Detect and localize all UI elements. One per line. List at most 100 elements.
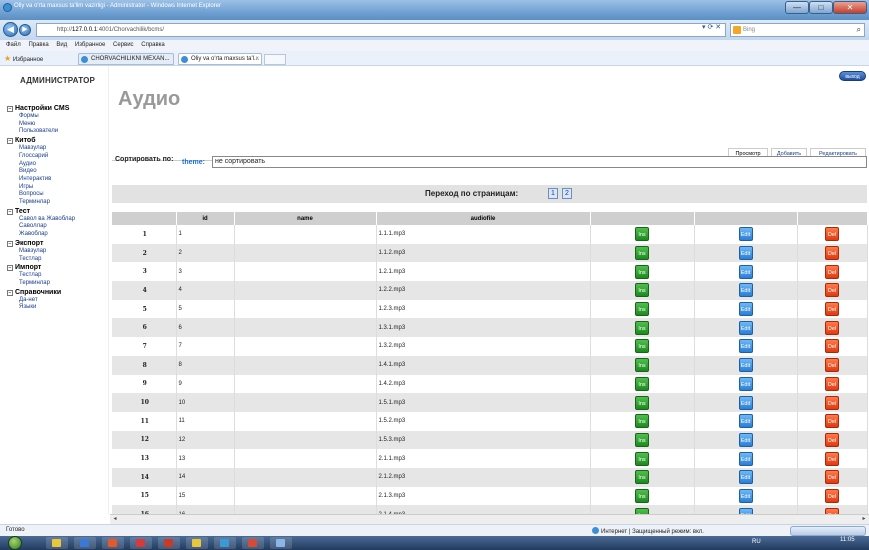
delete-button[interactable]: Del — [825, 376, 839, 391]
sidebar-item[interactable]: Мавзулар — [7, 145, 107, 153]
horizontal-scrollbar[interactable]: ◂ ▸ — [110, 514, 869, 524]
sidebar-item[interactable]: Терминлар — [7, 280, 107, 288]
start-button[interactable] — [8, 536, 22, 550]
delete-button[interactable]: Del — [825, 488, 839, 503]
ins-button[interactable]: Ins — [635, 432, 649, 447]
taskbar-app-6[interactable] — [186, 537, 208, 549]
sidebar-item[interactable]: Меню — [7, 121, 107, 129]
collapse-icon[interactable]: − — [7, 265, 13, 272]
scroll-left-icon[interactable]: ◂ — [110, 515, 120, 524]
menu-view[interactable]: Вид — [56, 40, 67, 51]
sidebar-item[interactable]: Савол ва Жавоблар — [7, 216, 107, 224]
delete-button[interactable]: Del — [825, 395, 839, 410]
zoom-control[interactable] — [790, 526, 866, 536]
browser-tab-1[interactable]: CHORVACHILIKNI MEXAN... — [78, 53, 174, 65]
close-tab-icon[interactable]: × — [255, 54, 259, 64]
ins-button[interactable]: Ins — [635, 339, 649, 354]
menu-help[interactable]: Справка — [141, 40, 165, 51]
delete-button[interactable]: Del — [825, 264, 839, 279]
edit-button[interactable]: Edit — [738, 432, 753, 447]
delete-button[interactable]: Del — [825, 302, 839, 317]
ins-button[interactable]: Ins — [635, 358, 649, 373]
back-arrow-icon[interactable]: ◀ — [3, 22, 18, 37]
ins-button[interactable]: Ins — [635, 320, 649, 335]
sidebar-item[interactable]: Глоссарий — [7, 153, 107, 161]
page-link-2[interactable]: 2 — [562, 188, 572, 199]
sidebar-group[interactable]: − Справочники — [7, 288, 107, 297]
delete-button[interactable]: Del — [825, 470, 839, 485]
sidebar-item[interactable]: Игры — [7, 184, 107, 192]
sidebar-item[interactable]: Аудио — [7, 161, 107, 169]
ins-button[interactable]: Ins — [635, 302, 649, 317]
edit-button[interactable]: Edit — [738, 302, 753, 317]
sidebar-item[interactable]: Формы — [7, 113, 107, 121]
edit-button[interactable]: Edit — [738, 320, 753, 335]
forward-arrow-icon[interactable]: ▶ — [19, 24, 31, 36]
ins-button[interactable]: Ins — [635, 414, 649, 429]
sidebar-group[interactable]: − Тест — [7, 207, 107, 216]
edit-button[interactable]: Edit — [738, 414, 753, 429]
ins-button[interactable]: Ins — [635, 283, 649, 298]
edit-button[interactable]: Edit — [738, 451, 753, 466]
logout-button[interactable]: выход — [839, 71, 866, 81]
taskbar-app-9[interactable] — [270, 537, 292, 549]
sidebar-item[interactable]: Да-нет — [7, 297, 107, 305]
delete-button[interactable]: Del — [825, 414, 839, 429]
delete-button[interactable]: Del — [825, 339, 839, 354]
page-link-1[interactable]: 1 — [548, 188, 558, 199]
delete-button[interactable]: Del — [825, 283, 839, 298]
sidebar-item[interactable]: Саволлар — [7, 223, 107, 231]
edit-button[interactable]: Edit — [738, 395, 753, 410]
sidebar-group[interactable]: − Экспорт — [7, 239, 107, 248]
edit-button[interactable]: Edit — [738, 376, 753, 391]
edit-button[interactable]: Edit — [738, 283, 753, 298]
taskbar-app-8[interactable] — [242, 537, 264, 549]
sidebar-item[interactable]: Интерактив — [7, 176, 107, 184]
ins-button[interactable]: Ins — [635, 376, 649, 391]
delete-button[interactable]: Del — [825, 227, 839, 242]
collapse-icon[interactable]: − — [7, 138, 13, 145]
edit-button[interactable]: Edit — [738, 264, 753, 279]
sidebar-item[interactable]: Видео — [7, 168, 107, 176]
menu-tools[interactable]: Сервис — [113, 40, 134, 51]
sort-select[interactable]: не сортировать — [212, 156, 867, 168]
taskbar-app-5[interactable] — [158, 537, 180, 549]
sidebar-item[interactable]: Пользователи — [7, 128, 107, 136]
sidebar-group[interactable]: − Китоб — [7, 136, 107, 145]
edit-button[interactable]: Edit — [738, 470, 753, 485]
delete-button[interactable]: Del — [825, 320, 839, 335]
delete-button[interactable]: Del — [825, 451, 839, 466]
browser-tab-2[interactable]: Oliy va o'rta maxsus ta'l... × — [178, 53, 262, 65]
delete-button[interactable]: Del — [825, 358, 839, 373]
sidebar-item[interactable]: Жавоблар — [7, 231, 107, 239]
collapse-icon[interactable]: − — [7, 208, 13, 215]
edit-button[interactable]: Edit — [738, 358, 753, 373]
taskbar-app-2[interactable] — [74, 537, 96, 549]
minimize-button[interactable]: — — [785, 1, 809, 14]
sidebar-item[interactable]: Терминлар — [7, 199, 107, 207]
sidebar-item[interactable]: Вопросы — [7, 191, 107, 199]
ins-button[interactable]: Ins — [635, 451, 649, 466]
delete-button[interactable]: Del — [825, 246, 839, 261]
sidebar-group[interactable]: − Настройки CMS — [7, 104, 107, 113]
taskbar-app-3[interactable] — [102, 537, 124, 549]
collapse-icon[interactable]: − — [7, 106, 13, 112]
maximize-button[interactable]: □ — [809, 1, 833, 14]
menu-favorites[interactable]: Избранное — [75, 40, 105, 51]
edit-button[interactable]: Edit — [738, 246, 753, 261]
delete-button[interactable]: Del — [825, 432, 839, 447]
search-input[interactable]: Bing ⌕ — [730, 23, 865, 37]
tray-lang[interactable]: RU — [752, 539, 761, 545]
sidebar-group[interactable]: − Импорт — [7, 263, 107, 272]
close-button[interactable]: ✕ — [833, 1, 867, 14]
sidebar-item[interactable]: Тестлар — [7, 256, 107, 264]
new-tab-button[interactable] — [264, 54, 286, 65]
scroll-right-icon[interactable]: ▸ — [859, 515, 869, 524]
sidebar-item[interactable]: Мавзулар — [7, 248, 107, 256]
edit-button[interactable]: Edit — [738, 339, 753, 354]
sidebar-item[interactable]: Языки — [7, 304, 107, 312]
ins-button[interactable]: Ins — [635, 488, 649, 503]
favorites-button[interactable]: ★ Избранное — [4, 53, 43, 66]
search-icon[interactable]: ⌕ — [857, 24, 861, 36]
taskbar-app-7[interactable] — [214, 537, 236, 549]
